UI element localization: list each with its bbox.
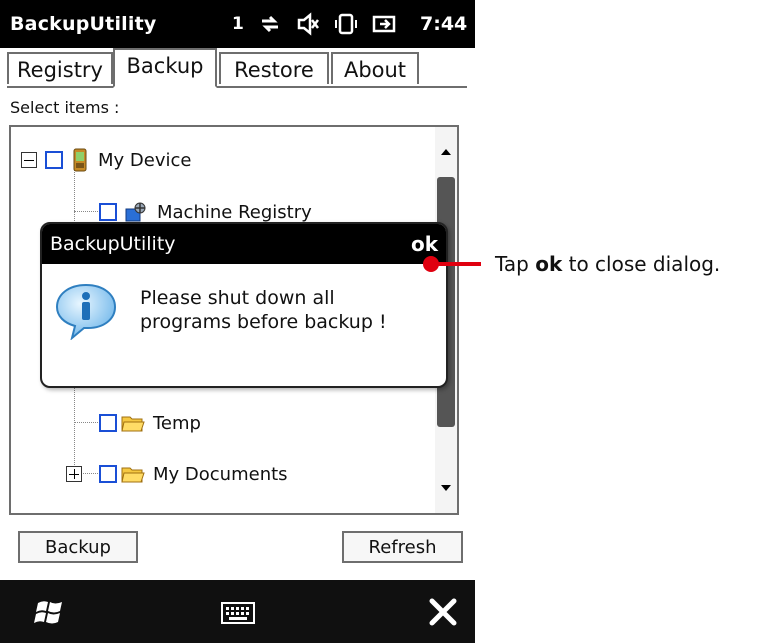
callout-suffix: to close dialog. [562,252,721,276]
callout-prefix: Tap [495,252,536,276]
callout-text: Tap ok to close dialog. [495,252,720,276]
select-items-label: Select items : [10,98,120,117]
tab-backup[interactable]: Backup [113,48,217,88]
taskbar [0,580,475,643]
device-icon [73,148,87,172]
keyboard-icon[interactable] [221,602,255,624]
device-screen: BackupUtility 1 7:44 Registry Backup Res… [0,0,475,643]
notification-dialog: BackupUtility ok Please shut down all pr… [40,222,448,388]
checkbox[interactable] [99,203,117,221]
start-icon[interactable] [34,596,66,628]
backup-button[interactable]: Backup [18,531,138,563]
checkbox[interactable] [99,414,117,432]
checkbox[interactable] [45,151,63,169]
tree-node-label: Temp [153,412,201,434]
tree-node-label: Machine Registry [157,201,312,223]
callout-line [437,262,481,266]
dialog-message-line: programs before backup ! [140,311,387,333]
refresh-button[interactable]: Refresh [342,531,463,563]
dialog-message: Please shut down all programs before bac… [140,286,430,334]
connectivity-icon [261,15,278,33]
tree-node-temp[interactable]: Temp [99,408,201,438]
vibrate-icon [334,13,357,35]
checkbox[interactable] [99,465,117,483]
tree-node-my-documents[interactable]: My Documents [66,459,288,489]
status-icons: 1 [232,10,398,38]
dialog-body: Please shut down all programs before bac… [42,264,446,386]
title-bar: BackupUtility 1 7:44 [0,0,475,48]
battery-charging-icon [372,15,396,33]
scroll-up-arrow-icon[interactable] [435,127,457,167]
dialog-ok-button[interactable]: ok [411,232,438,256]
folder-icon [121,467,145,483]
collapse-toggle[interactable] [21,152,37,168]
tab-restore[interactable]: Restore [219,52,329,84]
folder-icon [121,416,145,432]
info-icon [55,283,117,340]
tree-node-my-device[interactable]: My Device [21,145,191,175]
dialog-message-line: Please shut down all [140,287,335,309]
callout-bold: ok [535,252,563,276]
close-icon[interactable] [428,597,458,627]
dialog-title: BackupUtility [50,233,176,255]
tab-bar: Registry Backup Restore About [7,48,467,88]
signal-indicator: 1 [232,14,244,34]
tab-about[interactable]: About [331,52,419,84]
dialog-header: BackupUtility ok [42,224,446,264]
registry-icon [125,202,146,222]
tab-registry[interactable]: Registry [7,52,113,84]
scroll-down-arrow-icon[interactable] [435,473,457,513]
tree-node-label: My Device [98,149,192,171]
volume-muted-icon [297,12,319,36]
app-title: BackupUtility [10,13,157,35]
clock: 7:44 [420,13,468,35]
tree-node-label: My Documents [153,463,288,485]
expand-toggle[interactable] [66,466,82,482]
